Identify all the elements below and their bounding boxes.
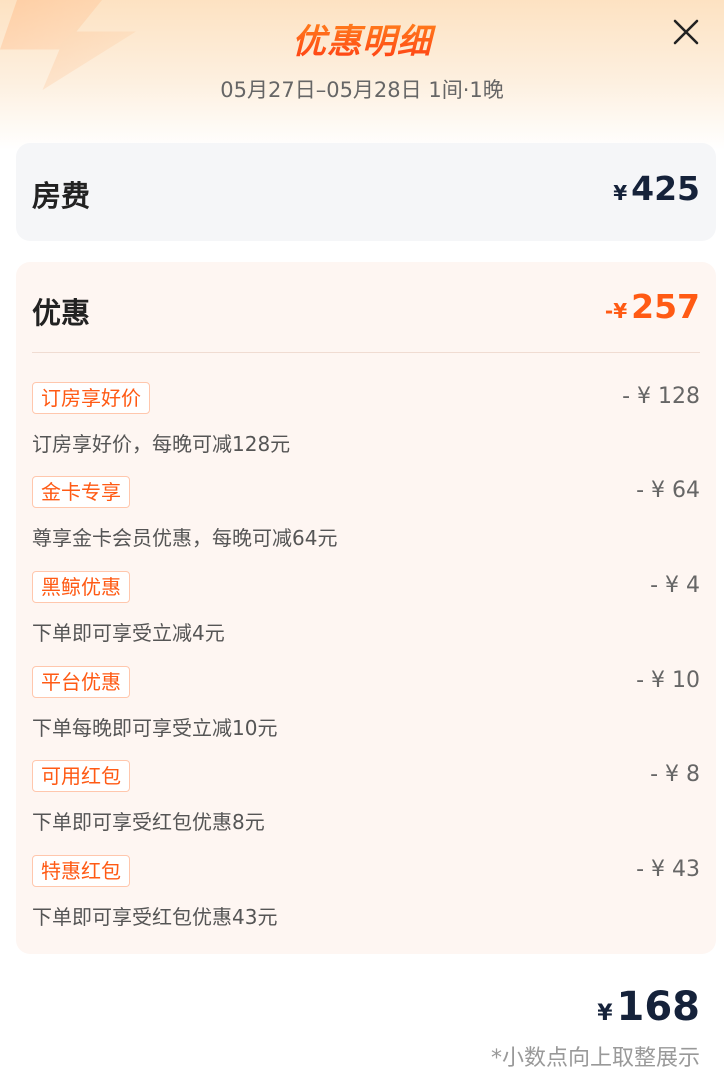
rounding-note: *小数点向上取整展示: [490, 1046, 700, 1071]
discount-item-description: 下单即可享受红包优惠8元: [32, 810, 265, 834]
stay-dates: 05月27日–05月28日 1间·1晚: [220, 78, 504, 102]
discount-item-amount: - ¥ 10: [636, 668, 700, 693]
discount-tag: 黑鲸优惠: [32, 571, 130, 603]
header: 优惠明细 05月27日–05月28日 1间·1晚: [0, 0, 724, 130]
discount-tag: 金卡专享: [32, 476, 130, 508]
discount-tag: 订房享好价: [32, 382, 150, 414]
discount-item-amount: - ¥ 43: [636, 857, 700, 882]
discount-item-description: 下单即可享受立减4元: [32, 621, 225, 645]
page-title: 优惠明细: [0, 14, 724, 63]
final-price: ¥168: [597, 984, 700, 1030]
discount-total-amount: -¥ 257: [605, 287, 700, 326]
discount-item-amount: - ¥ 8: [650, 762, 700, 787]
discount-item: 可用红包 - ¥ 8 下单即可享受红包优惠8元: [32, 760, 700, 850]
room-fee-value: 425: [631, 169, 700, 208]
discount-item: 平台优惠 - ¥ 10 下单每晚即可享受立减10元: [32, 666, 700, 756]
discount-item: 黑鲸优惠 - ¥ 4 下单即可享受立减4元: [32, 571, 700, 661]
discount-label: 优惠: [32, 296, 91, 330]
discount-item-description: 下单即可享受红包优惠43元: [32, 905, 278, 929]
discount-total-value: 257: [631, 287, 700, 326]
discount-item-description: 订房享好价，每晚可减128元: [32, 432, 291, 456]
final-price-value: 168: [616, 984, 701, 1030]
discount-item: 特惠红包 - ¥ 43 下单即可享受红包优惠43元: [32, 855, 700, 945]
discount-item-amount: - ¥ 128: [622, 384, 700, 409]
discount-divider: [32, 352, 700, 353]
discount-card: 优惠 -¥ 257 订房享好价 - ¥ 128 订房享好价，每晚可减128元 金卡…: [16, 262, 716, 954]
room-fee-card: 房费 ¥425: [16, 143, 716, 241]
discount-tag: 可用红包: [32, 760, 130, 792]
discount-item-description: 尊享金卡会员优惠，每晚可减64元: [32, 526, 338, 550]
discount-tag: 特惠红包: [32, 855, 130, 887]
close-button[interactable]: [668, 14, 704, 50]
room-fee-amount: ¥425: [613, 169, 700, 208]
room-fee-label: 房费: [32, 179, 91, 213]
discount-item-description: 下单每晚即可享受立减10元: [32, 716, 278, 740]
discount-tag: 平台优惠: [32, 666, 130, 698]
room-fee-currency: ¥: [613, 181, 628, 205]
close-icon: [673, 19, 699, 45]
discount-item-amount: - ¥ 4: [650, 573, 700, 598]
discount-prefix: -¥: [604, 299, 628, 323]
discount-item: 订房享好价 - ¥ 128 订房享好价，每晚可减128元: [32, 382, 700, 472]
discount-item: 金卡专享 - ¥ 64 尊享金卡会员优惠，每晚可减64元: [32, 476, 700, 566]
discount-item-amount: - ¥ 64: [636, 478, 700, 503]
final-price-currency: ¥: [597, 1001, 613, 1026]
